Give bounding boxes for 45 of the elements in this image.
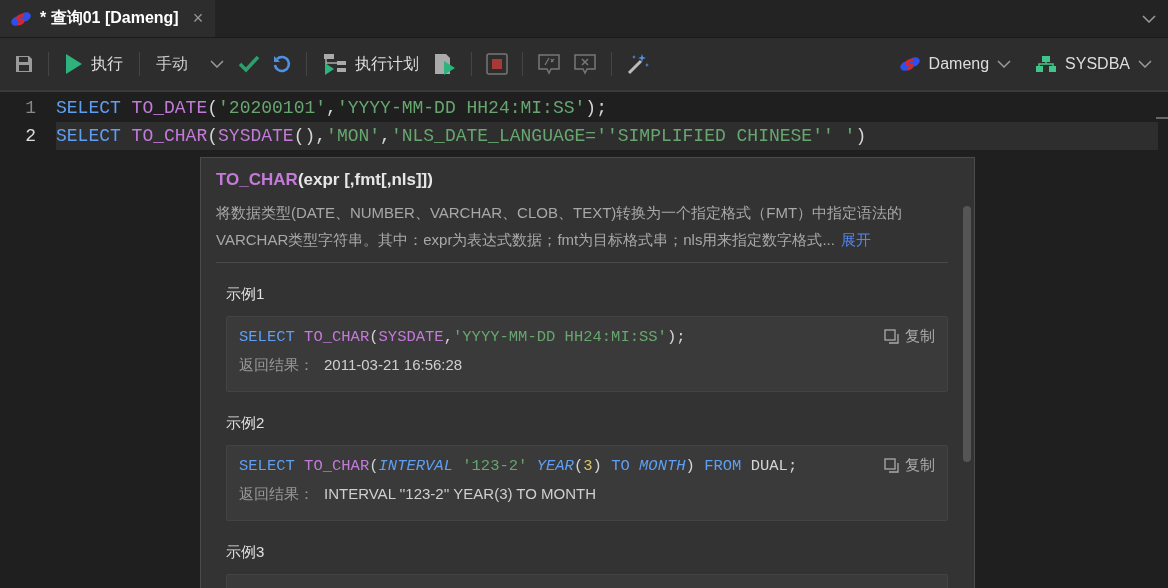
save-icon[interactable] bbox=[14, 54, 34, 74]
copy-button[interactable]: 复制 bbox=[884, 456, 935, 475]
chevron-down-icon bbox=[1138, 60, 1152, 68]
undo-icon[interactable] bbox=[272, 54, 292, 74]
database-selector[interactable]: Dameng bbox=[896, 53, 1014, 75]
copy-button[interactable]: 复制 bbox=[884, 327, 935, 346]
example-title: 示例1 bbox=[226, 285, 266, 304]
plan-icon bbox=[323, 53, 347, 75]
check-icon[interactable] bbox=[238, 55, 260, 73]
line-number: 1 bbox=[24, 98, 37, 118]
stop-icon[interactable] bbox=[486, 53, 508, 75]
scrollbar-thumb[interactable] bbox=[963, 206, 971, 462]
script-run-icon[interactable] bbox=[433, 53, 457, 75]
user-selector[interactable]: SYSDBA bbox=[1033, 53, 1154, 75]
line-number: 2 bbox=[24, 126, 37, 146]
chevron-down-icon bbox=[210, 60, 224, 68]
editor-tab[interactable]: * 查询01 [Dameng] × bbox=[0, 0, 216, 37]
example-title: 示例2 bbox=[226, 414, 266, 433]
user-tree-icon bbox=[1035, 55, 1058, 73]
example-code: SELECT TO_CHAR(INTERVAL '123-2' YEAR(3) TO MONTH) FROM DUAL; bbox=[239, 456, 798, 475]
magic-wand-icon[interactable] bbox=[626, 52, 650, 76]
chevron-down-icon bbox=[997, 60, 1012, 68]
expand-link[interactable]: 展开 bbox=[840, 231, 871, 248]
function-description: 将数据类型(DATE、NUMBER、VARCHAR、CLOB、TEXT)转换为一个指定格式（FMT）中指定语法的VARCHAR类型字符串。其中：expr为表达式数据；fmt为目标格式串；nls用来指定数字格式... 展开 bbox=[216, 199, 948, 263]
comment-icon[interactable] bbox=[537, 53, 561, 75]
example-title: 示例3 bbox=[226, 543, 266, 562]
code-line: SELECT TO_DATE('20200101','YYYY-MM-DD HH24:MI:SS'); bbox=[56, 97, 608, 120]
logo-icon bbox=[10, 10, 32, 27]
close-icon[interactable]: × bbox=[192, 8, 204, 29]
execution-plan-button[interactable]: 执行计划 bbox=[321, 51, 421, 77]
result-value: INTERVAL ''123-2'' YEAR(3) TO MONTH bbox=[324, 485, 597, 504]
copy-icon bbox=[884, 457, 900, 474]
result-value: 2011-03-21 16:56:28 bbox=[324, 356, 463, 375]
run-button[interactable]: 执行 bbox=[63, 51, 125, 77]
mode-dropdown[interactable]: 手动 bbox=[154, 51, 226, 77]
uncomment-icon[interactable] bbox=[573, 53, 597, 75]
result-label: 返回结果： bbox=[239, 485, 314, 504]
result-label: 返回结果： bbox=[239, 356, 314, 375]
logo-icon bbox=[898, 56, 921, 72]
tab-title: * 查询01 [Dameng] bbox=[40, 8, 179, 28]
example-code: SELECT TO_CHAR(SYSDATE,'YYYY-MM-DD HH24:MI:SS'); bbox=[239, 327, 686, 346]
play-icon bbox=[65, 53, 83, 75]
copy-icon bbox=[884, 328, 900, 345]
tabs-menu-icon bbox=[1142, 14, 1156, 23]
function-signature: TO_CHAR(expr [,fmt[,nls]]) bbox=[216, 170, 434, 190]
